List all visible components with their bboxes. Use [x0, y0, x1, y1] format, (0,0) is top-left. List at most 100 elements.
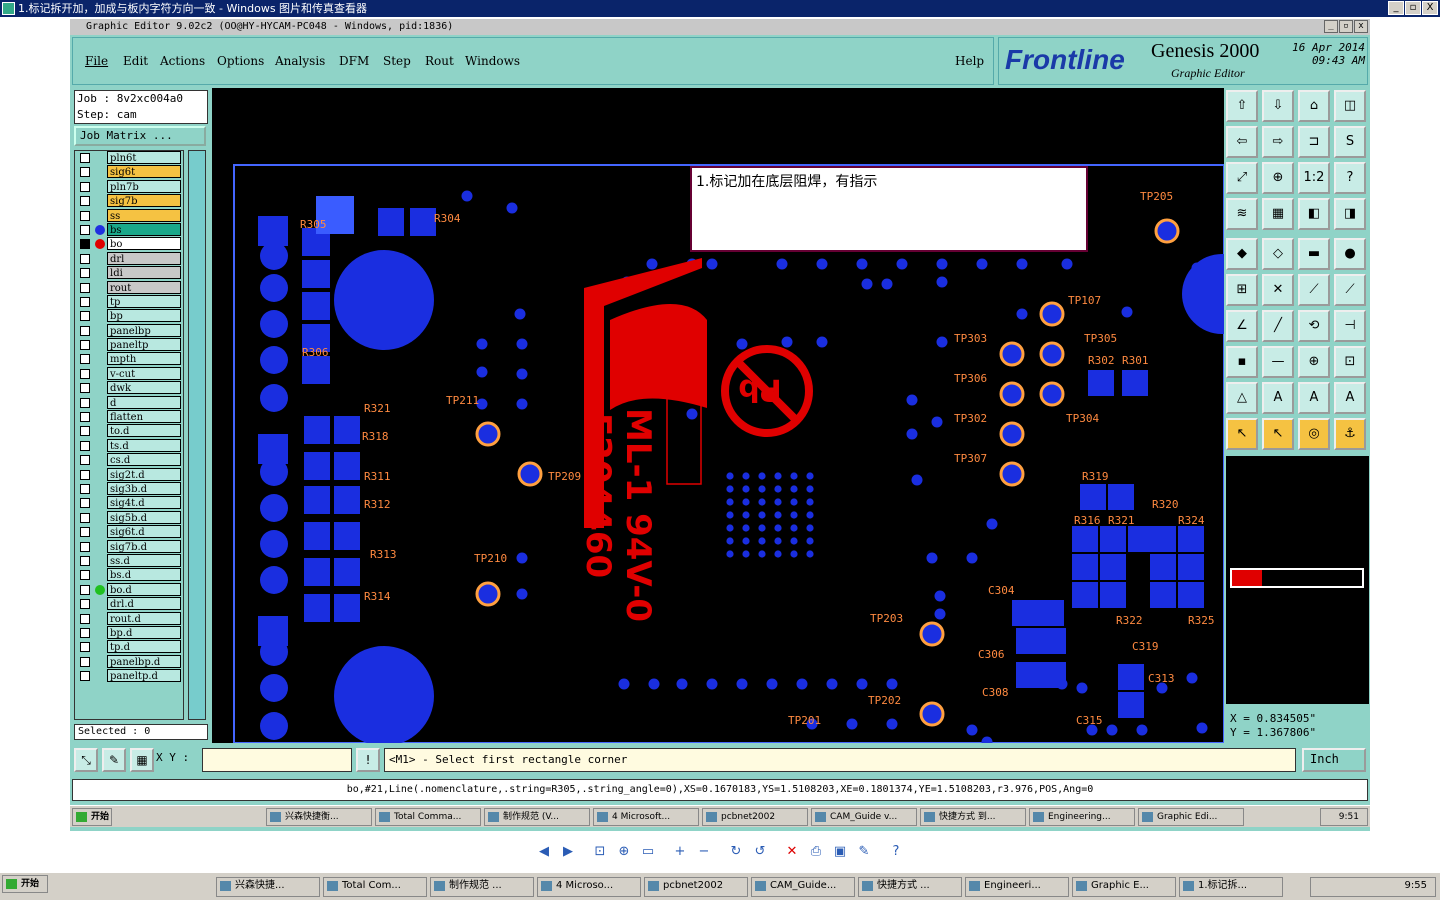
- layer-checkbox[interactable]: [80, 181, 90, 192]
- move-left-tool-icon[interactable]: ⇦: [1226, 126, 1258, 158]
- layer-row[interactable]: d: [75, 395, 183, 410]
- layer-checkbox[interactable]: [80, 383, 90, 394]
- layer-name[interactable]: bo.d: [107, 582, 181, 596]
- layer-checkbox[interactable]: [80, 426, 90, 437]
- taskbar-item[interactable]: 制作规范 ...: [430, 877, 534, 897]
- layer-name[interactable]: bs: [107, 222, 181, 236]
- text-c-tool-icon[interactable]: A: [1334, 382, 1366, 414]
- merge-tool-icon[interactable]: ⊡: [1334, 346, 1366, 378]
- layer-name[interactable]: tp: [107, 294, 181, 308]
- layer-row[interactable]: bo.d: [75, 582, 183, 597]
- taskbar-item[interactable]: Engineering...: [1029, 808, 1135, 826]
- pad-tool-icon[interactable]: ◆: [1226, 238, 1258, 270]
- layer-row[interactable]: drl.d: [75, 597, 183, 611]
- layer-row[interactable]: flatten: [75, 410, 183, 424]
- info-button[interactable]: !: [356, 748, 380, 772]
- text-b-tool-icon[interactable]: A: [1298, 382, 1330, 414]
- layer-name[interactable]: bs.d: [107, 568, 181, 582]
- layer-name[interactable]: sig7b.d: [107, 539, 181, 553]
- layer-row[interactable]: mpth: [75, 352, 183, 366]
- layer-row[interactable]: dwk: [75, 381, 183, 395]
- layer-row[interactable]: sig6t.d: [75, 525, 183, 539]
- layer-checkbox[interactable]: [80, 167, 90, 178]
- layer-row[interactable]: ldi: [75, 266, 183, 280]
- layer-checkbox[interactable]: [80, 671, 90, 682]
- move-up-tool-icon[interactable]: ⇧: [1226, 90, 1258, 122]
- fit-tool-icon[interactable]: ⤢: [1226, 162, 1258, 194]
- menu-file[interactable]: File: [85, 54, 108, 68]
- dot-tool-icon[interactable]: ●: [1334, 238, 1366, 270]
- layer-name[interactable]: panelbp: [107, 323, 181, 337]
- layer-name[interactable]: sig6t.d: [107, 525, 181, 539]
- mirror-tool-icon[interactable]: ⊐: [1298, 126, 1330, 158]
- layer-checkbox[interactable]: [80, 224, 90, 235]
- menu-edit[interactable]: Edit: [123, 54, 148, 68]
- taskbar-item[interactable]: 快捷方式 到...: [920, 808, 1026, 826]
- angle-tool-icon[interactable]: ∠: [1226, 310, 1258, 342]
- taskbar-item[interactable]: Graphic Edi...: [1138, 808, 1244, 826]
- layer-row[interactable]: panelbp.d: [75, 654, 183, 669]
- layer-checkbox[interactable]: [80, 153, 90, 163]
- cross-tool-icon[interactable]: ✕: [1262, 274, 1294, 306]
- layer-checkbox[interactable]: [80, 440, 90, 451]
- layer-checkbox[interactable]: [80, 196, 90, 207]
- layer-checkbox[interactable]: [80, 627, 90, 638]
- target-tool-icon[interactable]: ◎: [1298, 418, 1330, 450]
- layer-row[interactable]: bp: [75, 309, 183, 323]
- menu-dfm[interactable]: DFM: [339, 54, 369, 68]
- delete-icon[interactable]: ✕: [784, 844, 800, 860]
- xy-input[interactable]: [202, 748, 352, 772]
- taskbar-item[interactable]: 4 Microsoft...: [593, 808, 699, 826]
- scale-tool-icon[interactable]: 1:2: [1298, 162, 1330, 194]
- layer-name[interactable]: sig6t: [107, 165, 181, 179]
- job-matrix-button[interactable]: Job Matrix ...: [74, 126, 206, 146]
- layer-checkbox[interactable]: [80, 354, 90, 365]
- layer-checkbox[interactable]: [80, 282, 90, 293]
- layer-name[interactable]: d: [107, 395, 181, 409]
- slideshow-icon[interactable]: ▭: [640, 844, 656, 860]
- app-minimize-button[interactable]: _: [1324, 20, 1338, 33]
- help-tool-icon[interactable]: ?: [1334, 162, 1366, 194]
- taskbar-item[interactable]: CAM_Guide...: [751, 877, 855, 897]
- app-close-button[interactable]: x: [1354, 20, 1368, 33]
- dash-tool-icon[interactable]: —: [1262, 346, 1294, 378]
- taskbar-item[interactable]: pcbnet2002: [644, 877, 748, 897]
- layer-row[interactable]: paneltp.d: [75, 669, 183, 683]
- menu-actions[interactable]: Actions: [160, 54, 205, 68]
- anchor-tool-icon[interactable]: ⚓: [1334, 418, 1366, 450]
- taskbar-item[interactable]: Total Comma...: [375, 808, 481, 826]
- print-icon[interactable]: ⎙: [808, 844, 824, 860]
- taskbar-item[interactable]: 4 Microso...: [537, 877, 641, 897]
- layer-checkbox[interactable]: [80, 469, 90, 480]
- layer-name[interactable]: bp.d: [107, 625, 181, 639]
- flip-tool-icon[interactable]: ⊣: [1334, 310, 1366, 342]
- taskbar-item[interactable]: Engineeri...: [965, 877, 1069, 897]
- restore-button[interactable]: ▫: [1405, 1, 1421, 15]
- layer-checkbox[interactable]: [80, 325, 90, 336]
- menu-options[interactable]: Options: [217, 54, 264, 68]
- layer-row[interactable]: to.d: [75, 424, 183, 438]
- close-button[interactable]: X: [1422, 1, 1438, 15]
- layer-name[interactable]: rout: [107, 280, 181, 294]
- layer-row[interactable]: bo: [75, 237, 183, 251]
- layer-row[interactable]: paneltp: [75, 338, 183, 352]
- slant-tool-icon[interactable]: ⟋: [1298, 274, 1330, 306]
- layer-name[interactable]: bo: [107, 237, 181, 251]
- snap-tool-icon[interactable]: S: [1334, 126, 1366, 158]
- layer-checkbox[interactable]: [80, 570, 90, 581]
- layer-name[interactable]: v-cut: [107, 366, 181, 380]
- move-right-tool-icon[interactable]: ⇨: [1262, 126, 1294, 158]
- layer-name[interactable]: tp.d: [107, 640, 181, 654]
- layer-name[interactable]: pln6t: [107, 151, 181, 164]
- save-icon[interactable]: ▣: [832, 844, 848, 860]
- layer-row[interactable]: v-cut: [75, 366, 183, 381]
- layer-name[interactable]: panelbp.d: [107, 654, 181, 668]
- ruler-tool-icon[interactable]: ▬: [1298, 238, 1330, 270]
- layer-row[interactable]: tp: [75, 294, 183, 309]
- layer-checkbox[interactable]: [80, 584, 90, 595]
- measure-button[interactable]: ✎: [102, 748, 126, 772]
- layer-name[interactable]: drl: [107, 251, 181, 265]
- start-button[interactable]: 开始: [72, 808, 112, 826]
- units-selector[interactable]: Inch: [1302, 748, 1366, 772]
- menu-analysis[interactable]: Analysis: [275, 54, 325, 68]
